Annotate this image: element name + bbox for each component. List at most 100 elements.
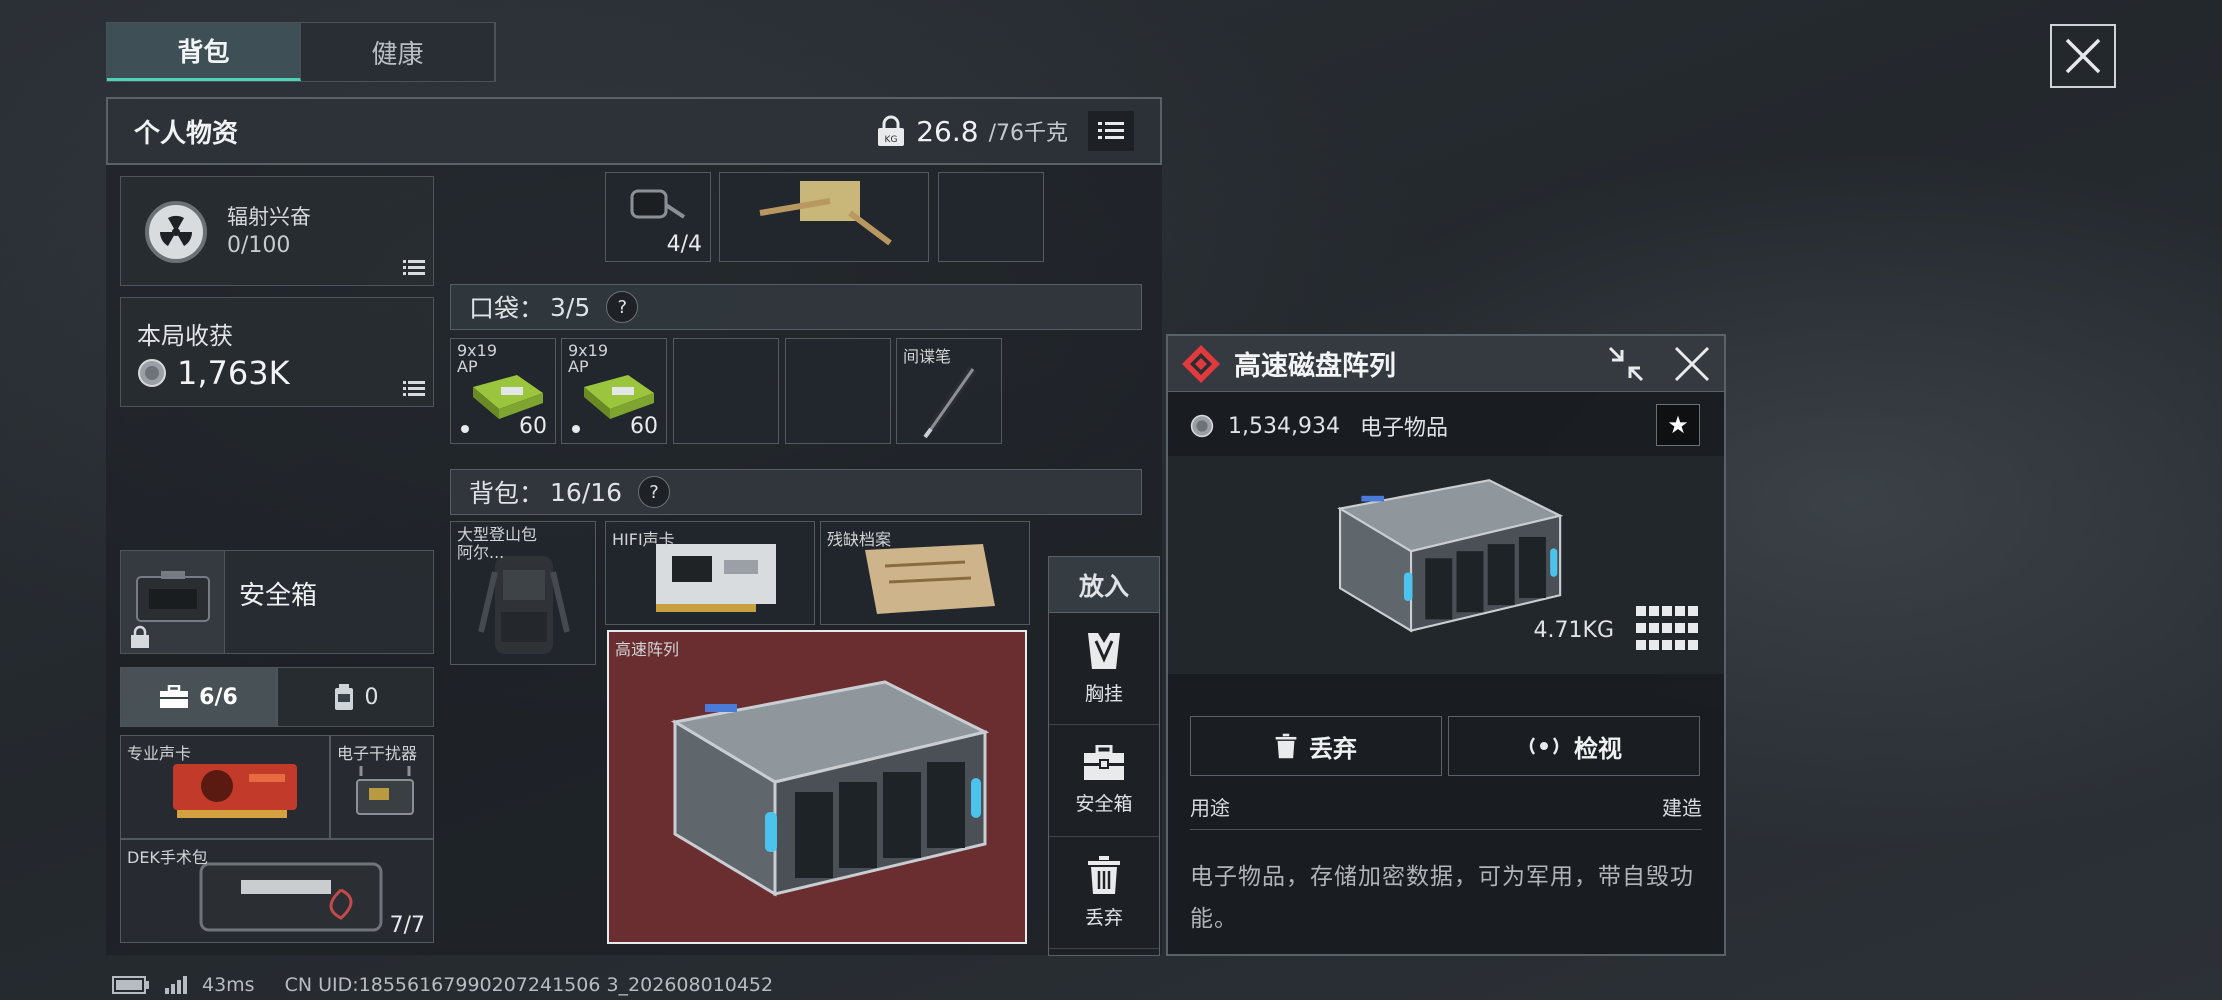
item-slot-top-3[interactable] <box>938 172 1044 262</box>
pocket-slot-empty-1[interactable] <box>673 338 779 444</box>
harvest-label: 本局收获 <box>137 322 233 350</box>
radiation-card[interactable]: 辐射兴奋 0/100 <box>120 176 434 286</box>
radiation-label: 辐射兴奋 <box>227 205 311 229</box>
put-discard-button[interactable]: 丢弃 <box>1049 837 1159 949</box>
backpack-item-hiking-bag[interactable]: 大型登山包 阿尔... <box>450 521 596 665</box>
main-tabs: 背包 健康 <box>106 22 496 82</box>
safebox-icon <box>1084 745 1124 780</box>
item-label: 专业声卡 <box>127 744 192 763</box>
put-safebox-label: 安全箱 <box>1075 793 1133 815</box>
item-detail-panel: 高速磁盘阵列 1,534,934 电子物品 ★ 4.71KG 丢弃 检视 用途 … <box>1166 334 1726 956</box>
inspect-icon <box>1529 737 1559 755</box>
harvest-value: 1,763K <box>177 354 290 392</box>
item-label: DEK手术包 <box>127 848 208 867</box>
detail-item-name: 高速磁盘阵列 <box>1234 351 1396 382</box>
ammo-dot <box>572 425 580 433</box>
list-icon <box>403 260 425 275</box>
tab-health[interactable]: 健康 <box>301 23 495 81</box>
rarity-diamond-icon <box>1182 344 1220 383</box>
subtab-safebox[interactable]: 6/6 <box>120 667 277 727</box>
safebox-card[interactable]: 安全箱 <box>120 550 434 654</box>
detail-image-area: 4.71KG <box>1168 456 1724 674</box>
item-slot-top-2[interactable] <box>719 172 929 262</box>
weight-display: KG 26.8/76千克 <box>876 111 1134 151</box>
collapse-icon[interactable] <box>1606 344 1646 384</box>
safe-item-dek-kit[interactable]: DEK手术包 7/7 <box>120 839 434 943</box>
pocket-item-spy-pen[interactable]: 间谍笔 <box>896 338 1002 444</box>
radiation-icon <box>145 201 207 263</box>
put-discard-label: 丢弃 <box>1084 907 1123 929</box>
safe-item-jammer[interactable]: 电子干扰器 <box>330 735 434 839</box>
backpack-item-hifi-card[interactable]: HIFI声卡 <box>605 521 815 625</box>
pocket-item-ammo-2[interactable]: 9x19 AP 60 <box>561 338 667 444</box>
item-label: HIFI声卡 <box>612 530 675 549</box>
container-subtabs: 6/6 0 <box>120 667 434 727</box>
subtab-safebox-count: 6/6 <box>199 684 238 710</box>
item-count: 60 <box>630 414 658 439</box>
discard-label: 丢弃 <box>1309 734 1357 763</box>
inspect-label: 检视 <box>1574 734 1622 763</box>
put-safebox-button[interactable]: 安全箱 <box>1049 725 1159 837</box>
usage-row: 用途 建造 <box>1190 792 1702 830</box>
tab-backpack[interactable]: 背包 <box>107 23 301 81</box>
detail-header: 高速磁盘阵列 <box>1168 336 1724 392</box>
grid-size-icon <box>1636 606 1698 650</box>
safebox-image <box>121 551 225 653</box>
inventory-title: 个人物资 <box>134 118 239 149</box>
weight-max: /76千克 <box>988 121 1068 146</box>
usage-value: 建造 <box>1662 796 1702 820</box>
item-label: 9x19 AP <box>457 341 498 376</box>
detail-price: 1,534,934 <box>1228 413 1340 439</box>
inspect-button[interactable]: 检视 <box>1448 716 1700 776</box>
usage-label: 用途 <box>1190 796 1230 820</box>
harvest-card[interactable]: 本局收获 1,763K <box>120 297 434 407</box>
item-label: 9x19 AP <box>568 341 609 376</box>
coin-icon <box>138 359 166 387</box>
item-count: 7/7 <box>389 913 425 938</box>
item-label: 电子干扰器 <box>337 744 418 763</box>
backpack-header: 背包： 16/16 ? <box>450 469 1142 515</box>
subtab-canister[interactable]: 0 <box>277 667 434 727</box>
safe-item-sound-card[interactable]: 专业声卡 <box>120 735 330 839</box>
close-icon <box>2065 38 2101 74</box>
pocket-item-ammo-1[interactable]: 9x19 AP 60 <box>450 338 556 444</box>
discard-button[interactable]: 丢弃 <box>1190 716 1442 776</box>
put-chest-rig-label: 胸挂 <box>1084 683 1123 705</box>
detail-description: 电子物品，存储加密数据，可为军用，带自毁功能。 <box>1190 864 1694 932</box>
backpack-help-button[interactable]: ? <box>638 476 671 508</box>
close-icon[interactable] <box>1672 344 1712 384</box>
safebox-label: 安全箱 <box>239 581 318 611</box>
trash-icon <box>1275 733 1297 759</box>
battery-icon <box>112 976 149 994</box>
item-label: 间谍笔 <box>903 347 952 366</box>
detail-category: 电子物品 <box>1359 416 1448 441</box>
close-button[interactable] <box>2050 24 2116 88</box>
ping-value: 43ms <box>202 974 255 996</box>
svg-text:KG: KG <box>885 135 898 145</box>
detail-meta: 1,534,934 电子物品 <box>1190 410 1448 442</box>
radiation-value: 0/100 <box>227 233 291 258</box>
trash-icon <box>1088 856 1120 894</box>
inventory-header: 个人物资 KG 26.8/76千克 <box>106 97 1162 165</box>
weight-lock-icon: KG <box>878 115 905 146</box>
pocket-header: 口袋： 3/5 ? <box>450 284 1142 330</box>
backpack-count: 16/16 <box>550 477 623 507</box>
harvest-value-row: 1,763K <box>137 354 290 392</box>
uid-text: CN UID:18556167990207241506 3_2026080104… <box>284 974 774 996</box>
pocket-label: 口袋： <box>469 294 545 323</box>
backpack-item-high-speed-array[interactable]: 高速阵列 <box>607 630 1027 944</box>
backpack-item-damaged-file[interactable]: 残缺档案 <box>820 521 1030 625</box>
item-label: 高速阵列 <box>615 640 680 659</box>
item-slot-top-1[interactable]: 4/4 <box>605 172 711 262</box>
canister-icon <box>334 684 353 710</box>
subtab-canister-count: 0 <box>364 684 379 710</box>
favorite-button[interactable]: ★ <box>1656 404 1700 446</box>
weight-current: 26.8 <box>916 114 979 148</box>
pocket-help-button[interactable]: ? <box>606 291 639 323</box>
ammo-dot <box>461 425 469 433</box>
put-chest-rig-button[interactable]: 胸挂 <box>1049 613 1159 725</box>
inventory-list-button[interactable] <box>1088 111 1134 151</box>
pocket-slot-empty-2[interactable] <box>785 338 891 444</box>
coin-icon <box>1190 414 1214 438</box>
item-label: 大型登山包 阿尔... <box>457 525 538 562</box>
